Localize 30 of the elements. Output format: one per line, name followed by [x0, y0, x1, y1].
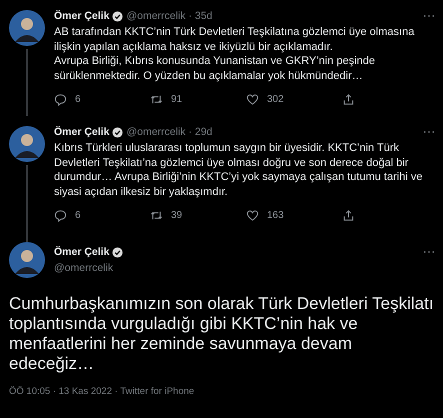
avatar-icon[interactable] [9, 126, 45, 162]
more-icon[interactable] [423, 250, 435, 254]
author-name[interactable]: Ömer Çelik [54, 246, 110, 258]
reply-count: 6 [75, 210, 81, 221]
tweet-timestamp: ÖÖ 10:05 · 13 Kas 2022 · Twitter for iPhone [9, 386, 196, 397]
handle-and-time: @omerrcelik · 35d [126, 10, 212, 22]
like-count: 163 [267, 210, 284, 221]
reply-count: 6 [75, 94, 81, 105]
tweet-text: AB tarafından KKTC’nin Türk Devletleri Teşkilatına gözlemci üye olmasına ilişkin yapılan açıklama haksız ve ikiyüzlü bir açıklamadır. Avrupa Birliği, Kıbrıs konusunda Yunanistan ve GKRY’nin peşinde sürüklenmektedir. O yüzden bu açıklamalar yok hükmündedir… [54, 25, 416, 83]
reply-icon[interactable] [54, 93, 67, 106]
share-icon[interactable] [342, 209, 355, 222]
like-count: 302 [267, 94, 284, 105]
author-name[interactable]: Ömer Çelik [54, 126, 110, 138]
like-icon[interactable] [246, 93, 259, 106]
retweet-icon[interactable] [150, 93, 163, 106]
author-name[interactable]: Ömer Çelik [54, 10, 110, 22]
retweet-count: 91 [171, 94, 182, 105]
handle: @omerrcelik [54, 262, 114, 274]
handle-and-time: @omerrcelik · 29d [126, 126, 212, 138]
avatar-icon[interactable] [9, 242, 45, 278]
retweet-count: 39 [171, 210, 182, 221]
avatar-icon[interactable] [9, 10, 45, 46]
retweet-icon[interactable] [150, 209, 163, 222]
more-icon[interactable] [423, 14, 435, 18]
reply-icon[interactable] [54, 209, 67, 222]
like-icon[interactable] [246, 209, 259, 222]
share-icon[interactable] [342, 93, 355, 106]
tweet-text: Kıbrıs Türkleri uluslararası toplumun saygın bir üyesidir. KKTC’nin Türk Devletleri Teşkilatı’na gözlemci üye olması doğru ve son derece doğal bir durumdur… Avrupa Birliği’nin KKTC’yi yok saymaya çalışan tutumu tarihi ve siyasi açıdan ilkesiz bir yaklaşımdır. [54, 141, 424, 199]
more-icon[interactable] [423, 130, 435, 134]
tweet-text: Cumhurbaşkanımızın son olarak Türk Devletleri Teşkilatı toplantısında vurguladığı gibi KKTC’nin hak ve menfaatlerini her zeminde savunmaya devam edeceğiz… [9, 294, 435, 374]
